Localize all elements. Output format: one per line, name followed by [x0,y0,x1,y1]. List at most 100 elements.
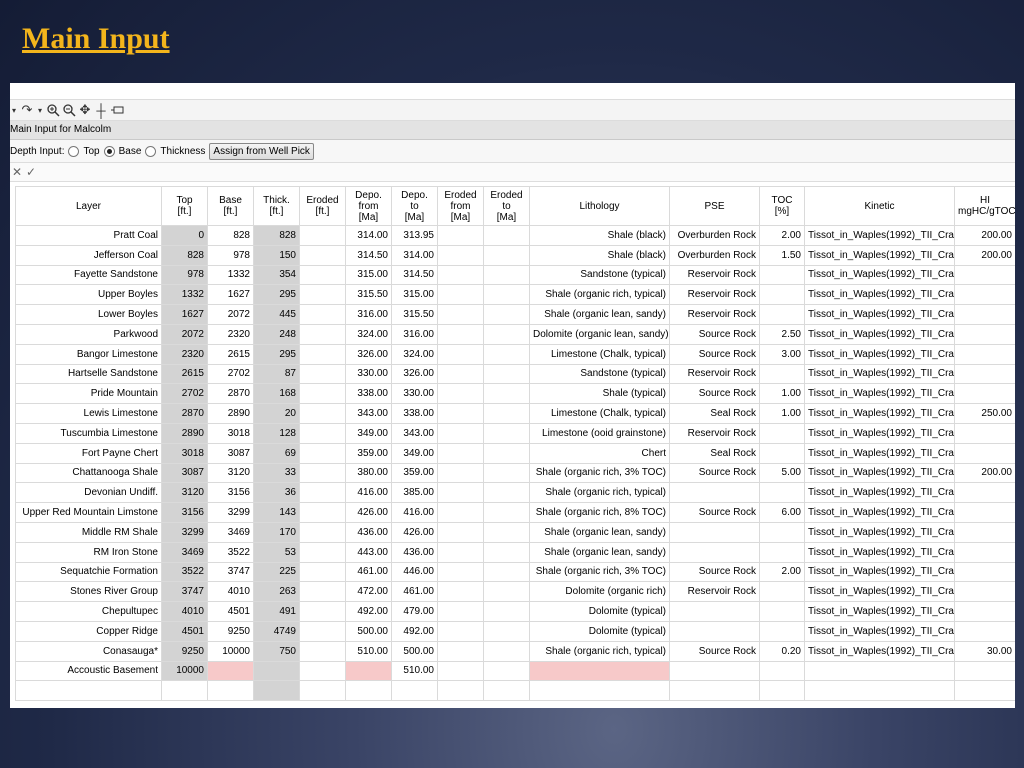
table-cell[interactable] [345,680,392,702]
table-cell[interactable]: 1.50 [759,244,805,266]
table-cell[interactable]: Tissot_in_Waples(1992)_TII_Crack [804,383,955,405]
table-cell[interactable] [483,442,530,464]
table-cell[interactable] [437,680,484,702]
table-cell[interactable]: 349.00 [391,442,438,464]
table-cell[interactable]: 6.00 [759,502,805,523]
table-cell[interactable]: 491 [253,601,300,622]
table-cell[interactable] [299,581,346,603]
column-header[interactable]: Base [ft.] [207,186,254,226]
table-cell[interactable]: Tissot_in_Waples(1992)_TII_Crack [804,442,955,464]
table-cell[interactable]: 750 [253,640,300,662]
table-cell[interactable]: 492.00 [391,620,438,642]
thickness-radio[interactable] [145,145,157,157]
table-cell[interactable]: 2072 [207,304,254,325]
table-cell[interactable]: 150 [253,244,300,266]
table-cell[interactable] [15,680,162,702]
table-cell[interactable]: 248 [253,323,300,345]
table-cell[interactable]: 69 [253,442,300,464]
table-cell[interactable]: 3469 [161,541,208,563]
column-header[interactable]: Layer [15,186,162,226]
table-cell[interactable]: 828 [207,225,254,246]
table-cell[interactable]: 416.00 [345,482,392,504]
cancel-icon[interactable]: ✕ [10,165,24,179]
table-cell[interactable]: 315.50 [391,304,438,325]
table-cell[interactable] [299,363,346,385]
zoom-out-icon[interactable] [62,102,76,118]
table-cell[interactable]: 295 [253,343,300,365]
table-cell[interactable]: 436.00 [345,521,392,543]
table-cell[interactable] [299,225,346,246]
table-cell[interactable]: 263 [253,581,300,603]
table-cell[interactable] [759,541,805,563]
table-cell[interactable] [954,502,1015,523]
table-cell[interactable] [437,640,484,662]
table-cell[interactable]: 1332 [207,264,254,286]
table-cell[interactable] [299,264,346,286]
table-cell[interactable] [483,660,530,682]
table-cell[interactable] [437,284,484,306]
table-cell[interactable] [437,482,484,504]
table-cell[interactable] [669,601,760,622]
table-cell[interactable] [954,363,1015,385]
table-cell[interactable]: 9250 [207,620,254,642]
dropdown-arrow-icon[interactable]: ▾ [36,102,44,118]
table-cell[interactable] [299,442,346,464]
table-cell[interactable]: 326.00 [345,343,392,365]
table-cell[interactable]: Source Rock [669,640,760,662]
table-cell[interactable]: Limestone (Chalk, typical) [529,403,670,424]
table-cell[interactable] [483,403,530,424]
table-cell[interactable] [437,264,484,286]
assign-from-well-pick-button[interactable]: Assign from Well Pick [209,142,314,160]
table-cell[interactable]: 359.00 [391,462,438,484]
table-cell[interactable] [437,462,484,484]
table-cell[interactable] [483,541,530,563]
table-cell[interactable] [437,541,484,563]
table-cell[interactable]: 315.50 [345,284,392,306]
table-cell[interactable]: 314.50 [345,244,392,266]
table-cell[interactable] [299,502,346,523]
table-cell[interactable]: 472.00 [345,581,392,603]
table-cell[interactable]: Reservoir Rock [669,264,760,286]
table-cell[interactable]: 168 [253,383,300,405]
table-cell[interactable] [759,363,805,385]
table-cell[interactable]: Overburden Rock [669,244,760,266]
table-cell[interactable]: Dolomite (organic lean, sandy) [529,323,670,345]
table-cell[interactable]: Shale (black) [529,225,670,246]
table-cell[interactable] [483,422,530,444]
table-cell[interactable] [299,422,346,444]
table-cell[interactable]: Reservoir Rock [669,581,760,603]
table-cell[interactable]: 3522 [161,561,208,583]
column-header[interactable]: PSE [669,186,760,226]
table-cell[interactable]: 2702 [207,363,254,385]
table-cell[interactable]: 2.00 [759,561,805,583]
table-cell[interactable]: Tissot_in_Waples(1992)_TII_Crack [804,541,955,563]
table-cell[interactable]: Tissot_in_Waples(1992)_TII_Crack [804,403,955,424]
table-cell[interactable] [483,680,530,702]
table-cell[interactable]: 461.00 [345,561,392,583]
table-cell[interactable]: 128 [253,422,300,444]
table-cell[interactable]: 313.95 [391,225,438,246]
table-cell[interactable]: 3522 [207,541,254,563]
table-cell[interactable]: Tissot_in_Waples(1992)_TII_Crack [804,244,955,266]
table-cell[interactable]: Tissot_in_Waples(1992)_TII_Crack [804,521,955,543]
table-cell[interactable]: 2.00 [759,225,805,246]
table-cell[interactable]: Seal Rock [669,403,760,424]
table-cell[interactable]: 359.00 [345,442,392,464]
table-cell[interactable] [483,462,530,484]
table-cell[interactable] [483,521,530,543]
column-header[interactable]: Depo. from [Ma] [345,186,392,226]
table-cell[interactable]: Overburden Rock [669,225,760,246]
accept-icon[interactable]: ✓ [24,165,38,179]
table-cell[interactable]: Parkwood [15,323,162,345]
table-cell[interactable]: 326.00 [391,363,438,385]
table-cell[interactable]: Source Rock [669,383,760,405]
redo-icon[interactable]: ↷ [20,102,34,118]
table-cell[interactable]: 828 [253,225,300,246]
column-header[interactable]: Eroded to [Ma] [483,186,530,226]
table-cell[interactable]: Reservoir Rock [669,422,760,444]
table-cell[interactable] [669,521,760,543]
table-cell[interactable] [437,601,484,622]
table-cell[interactable]: 36 [253,482,300,504]
table-cell[interactable]: Chert [529,442,670,464]
table-cell[interactable]: Tissot_in_Waples(1992)_TII_Crack [804,601,955,622]
